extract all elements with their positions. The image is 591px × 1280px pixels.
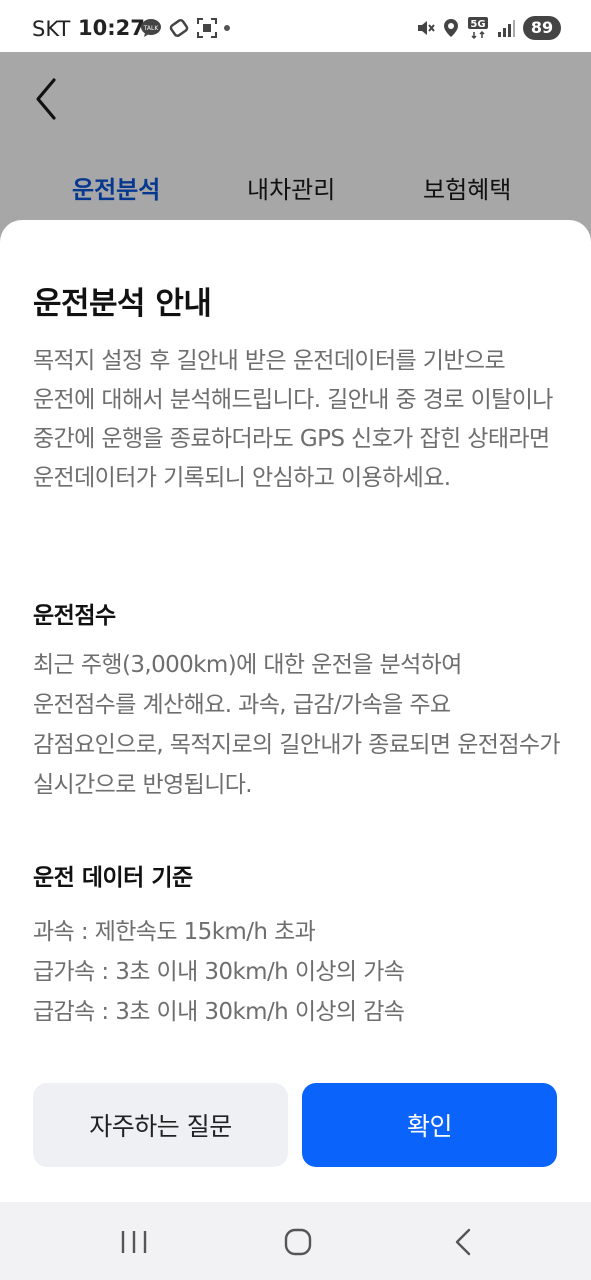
confirm-button[interactable]: 확인 <box>302 1083 557 1167</box>
tab-driving-analysis[interactable]: 운전분석 <box>72 170 160 205</box>
tab-bar: 운전분석 내차관리 보험혜택 <box>0 170 591 206</box>
mute-icon <box>418 21 435 35</box>
location-icon <box>444 19 458 37</box>
svg-text:5G: 5G <box>470 19 485 30</box>
screenshot-icon <box>197 18 217 38</box>
network-5g-icon: 5G <box>468 17 488 40</box>
battery-indicator: 89 <box>523 16 561 40</box>
more-notifications-dot <box>224 25 230 31</box>
status-bar: SKT 10:27 TALK 5G 89 <box>0 0 591 52</box>
tab-insurance-benefits[interactable]: 보험혜택 <box>423 170 511 205</box>
system-navigation-bar <box>0 1202 591 1280</box>
talk-icon: TALK <box>141 19 161 37</box>
clock: 10:27 <box>78 16 145 40</box>
criteria-section-title: 운전 데이터 기준 <box>33 865 193 891</box>
system-icons: 5G 89 <box>415 15 561 41</box>
criteria-item-speeding: 과속 : 제한속도 15km/h 초과 <box>33 919 316 945</box>
criteria-item-rapid-deceleration: 급감속 : 3초 이내 30km/h 이상의 감속 <box>33 999 405 1025</box>
notification-icons: TALK <box>140 16 230 40</box>
back-nav-icon[interactable] <box>442 1222 486 1262</box>
faq-button[interactable]: 자주하는 질문 <box>33 1083 288 1167</box>
tag-icon <box>169 18 189 38</box>
tab-car-management[interactable]: 내차관리 <box>247 170 335 205</box>
app-header: 운전분석 내차관리 보험혜택 <box>0 52 591 222</box>
carrier-label: SKT <box>32 17 71 41</box>
score-section-body: 최근 주행(3,000km)에 대한 운전을 분석하여 운전점수를 계산해요. … <box>33 652 561 798</box>
score-section-title: 운전점수 <box>33 603 116 629</box>
home-icon[interactable] <box>276 1222 320 1262</box>
sheet-title: 운전분석 안내 <box>33 286 212 322</box>
sheet-description: 목적지 설정 후 길안내 받은 운전데이터를 기반으로 운전에 대해서 분석해드… <box>33 348 553 491</box>
signal-icon <box>498 20 515 37</box>
criteria-item-rapid-acceleration: 급가속 : 3초 이내 30km/h 이상의 가속 <box>33 959 405 985</box>
back-arrow-icon[interactable] <box>28 74 68 124</box>
info-bottom-sheet: 운전분석 안내 목적지 설정 후 길안내 받은 운전데이터를 기반으로 운전에 … <box>0 220 591 1202</box>
recent-apps-icon[interactable] <box>112 1222 156 1262</box>
svg-text:TALK: TALK <box>143 25 160 32</box>
